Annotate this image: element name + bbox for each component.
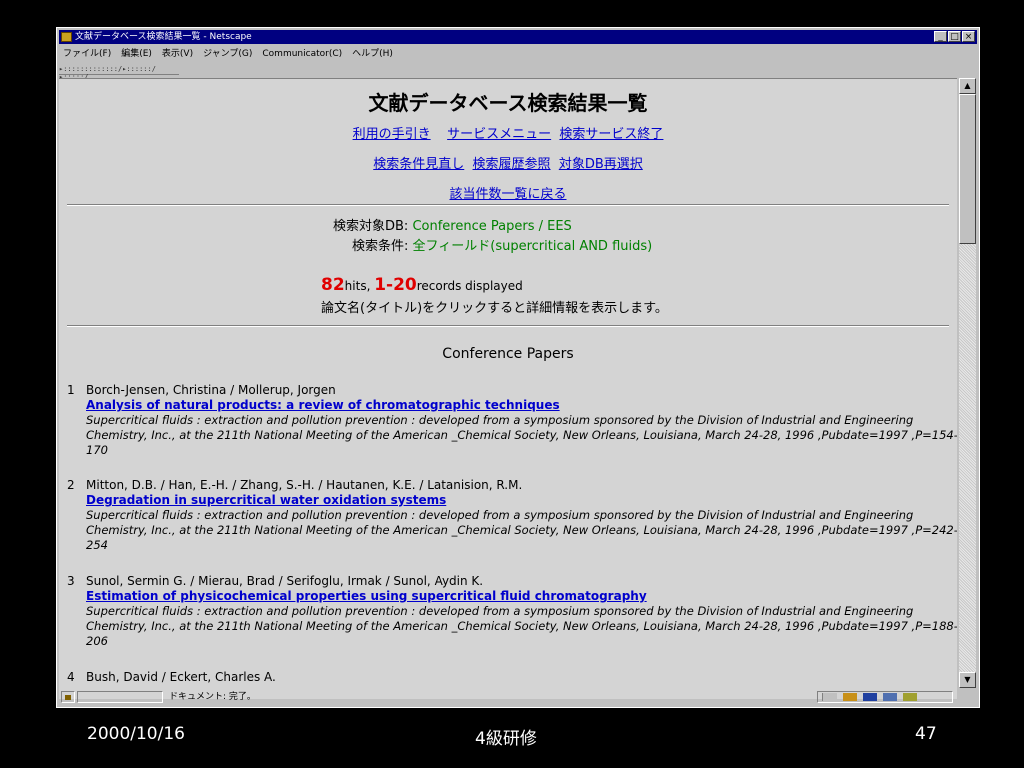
hits-label: hits, bbox=[344, 279, 375, 293]
status-bar: ドキュメント: 完了。 bbox=[59, 690, 977, 705]
composer-icon[interactable] bbox=[903, 693, 917, 701]
record-authors: Bush, David / Eckert, Charles A. bbox=[86, 670, 276, 684]
vertical-scrollbar[interactable]: ▲ ▼ bbox=[959, 78, 976, 688]
record-number: 3 bbox=[67, 574, 75, 588]
menu-go[interactable]: ジャンプ(G) bbox=[203, 46, 252, 62]
nav-row-1: 利用の手引き サービスメニュー 検索サービス終了 bbox=[59, 123, 957, 142]
navigator-icon[interactable] bbox=[843, 693, 857, 701]
window-title: 文献データベース検索結果一覧 - Netscape bbox=[75, 32, 252, 42]
discussion-icon[interactable] bbox=[883, 693, 897, 701]
progress-field bbox=[77, 691, 163, 703]
divider bbox=[67, 325, 949, 327]
link-search-history[interactable]: 検索履歴参照 bbox=[473, 157, 551, 172]
link-reselect-db[interactable]: 対象DB再選択 bbox=[559, 157, 643, 172]
record-title-link[interactable]: Degradation in supercritical water oxida… bbox=[86, 493, 446, 507]
browser-window: 文献データベース検索結果一覧 - Netscape _ □ × ファイル(F) … bbox=[56, 27, 980, 708]
link-service-menu[interactable]: サービスメニュー bbox=[447, 127, 551, 142]
netscape-icon bbox=[61, 32, 72, 42]
mail-icon[interactable] bbox=[863, 693, 877, 701]
record-source: Supercritical fluids : extraction and po… bbox=[86, 508, 957, 552]
page-content: 文献データベース検索結果一覧 利用の手引き サービスメニュー 検索サービス終了 … bbox=[59, 78, 957, 699]
collapsed-toolbars[interactable]: ▸:::::::::::::/▸::::::/▸:::::/ bbox=[59, 65, 179, 81]
link-end-service[interactable]: 検索サービス終了 bbox=[559, 127, 663, 142]
record-authors: Borch-Jensen, Christina / Mollerup, Jorg… bbox=[86, 383, 336, 397]
record-number: 1 bbox=[67, 383, 75, 397]
page-title: 文献データベース検索結果一覧 bbox=[368, 91, 648, 115]
records-range: 1-20 bbox=[374, 275, 417, 295]
scroll-down-button[interactable]: ▼ bbox=[959, 672, 976, 688]
records-label: records displayed bbox=[416, 279, 523, 293]
menu-bar: ファイル(F) 編集(E) 表示(V) ジャンプ(G) Communicator… bbox=[59, 46, 977, 62]
minimize-button[interactable]: _ bbox=[934, 31, 947, 42]
target-db-value: Conference Papers / EES bbox=[412, 219, 572, 234]
target-db-label: 検索対象DB: bbox=[333, 219, 413, 234]
title-bar[interactable]: 文献データベース検索結果一覧 - Netscape _ □ × bbox=[59, 30, 977, 44]
record-authors: Sunol, Sermin G. / Mierau, Brad / Serifo… bbox=[86, 574, 484, 588]
link-revise-conditions[interactable]: 検索条件見直し bbox=[373, 157, 464, 172]
link-back-to-counts[interactable]: 該当件数一覧に戻る bbox=[449, 187, 566, 202]
menu-file[interactable]: ファイル(F) bbox=[63, 46, 111, 62]
hit-summary: 82hits, 1-20records displayed bbox=[321, 275, 523, 295]
nav-row-3: 該当件数一覧に戻る bbox=[59, 183, 957, 202]
status-message: ドキュメント: 完了。 bbox=[169, 692, 256, 702]
window-controls: _ □ × bbox=[934, 31, 975, 42]
hit-count: 82 bbox=[321, 275, 345, 295]
menu-edit[interactable]: 編集(E) bbox=[121, 46, 152, 62]
record-title-link[interactable]: Analysis of natural products: a review o… bbox=[86, 398, 560, 412]
target-db: 検索対象DB: Conference Papers / EES bbox=[333, 215, 572, 234]
close-button[interactable]: × bbox=[962, 31, 975, 42]
link-user-guide[interactable]: 利用の手引き bbox=[353, 127, 431, 142]
record-authors: Mitton, D.B. / Han, E.-H. / Zhang, S.-H.… bbox=[86, 478, 523, 492]
search-condition: 検索条件: 全フィールド(supercritical AND fluids) bbox=[352, 235, 652, 254]
menu-communicator[interactable]: Communicator(C) bbox=[262, 46, 342, 62]
scroll-up-button[interactable]: ▲ bbox=[959, 78, 976, 94]
search-condition-label: 検索条件: bbox=[352, 239, 413, 254]
menu-help[interactable]: ヘルプ(H) bbox=[352, 46, 393, 62]
slide-center-text: 4級研修 bbox=[475, 729, 537, 749]
scroll-thumb[interactable] bbox=[959, 94, 976, 244]
grip-icon bbox=[822, 693, 837, 701]
component-bar bbox=[817, 691, 953, 703]
menu-view[interactable]: 表示(V) bbox=[162, 46, 193, 62]
section-heading: Conference Papers bbox=[442, 346, 574, 362]
instruction-note: 論文名(タイトル)をクリックすると詳細情報を表示します。 bbox=[321, 301, 668, 316]
search-condition-value: 全フィールド(supercritical AND fluids) bbox=[412, 239, 653, 254]
record-number: 4 bbox=[67, 670, 75, 684]
record-source: Supercritical fluids : extraction and po… bbox=[86, 413, 957, 457]
record-title-link[interactable]: Estimation of physicochemical properties… bbox=[86, 589, 647, 603]
maximize-button[interactable]: □ bbox=[948, 31, 961, 42]
slide-page-number: 47 bbox=[915, 724, 937, 744]
record-number: 2 bbox=[67, 478, 75, 492]
slide-date: 2000/10/16 bbox=[87, 724, 185, 744]
divider bbox=[67, 204, 949, 206]
record-source: Supercritical fluids : extraction and po… bbox=[86, 604, 957, 648]
security-lock-icon[interactable] bbox=[61, 691, 75, 703]
nav-row-2: 検索条件見直し 検索履歴参照 対象DB再選択 bbox=[59, 153, 957, 172]
